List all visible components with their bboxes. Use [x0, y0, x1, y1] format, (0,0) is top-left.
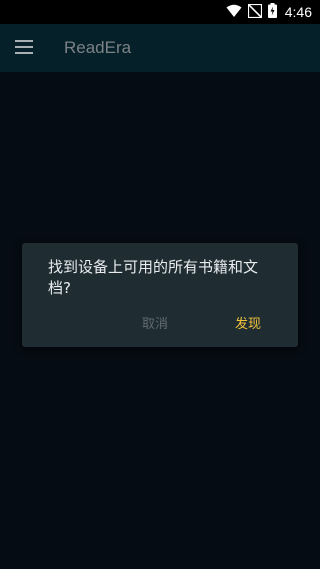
menu-button[interactable] — [12, 36, 36, 60]
app-title: ReadEra — [64, 38, 132, 57]
status-icons: 4:46 — [226, 0, 312, 24]
dialog-message: 找到设备上可用的所有书籍和文档? — [48, 258, 259, 297]
app-bar: ReadEra — [0, 24, 320, 72]
discover-button[interactable]: 发现 — [235, 313, 261, 337]
status-time: 4:46 — [284, 4, 312, 20]
battery-charging-icon — [267, 2, 277, 22]
discover-dialog: 找到设备上可用的所有书籍和文档? 取消 发现 — [22, 243, 298, 347]
hamburger-menu-icon — [15, 39, 33, 58]
wifi-icon — [226, 3, 242, 22]
status-bar: 4:46 — [0, 0, 320, 24]
signal-off-icon — [247, 2, 263, 22]
cancel-button[interactable]: 取消 — [142, 313, 168, 337]
dialog-actions: 取消 发现 — [22, 313, 298, 337]
